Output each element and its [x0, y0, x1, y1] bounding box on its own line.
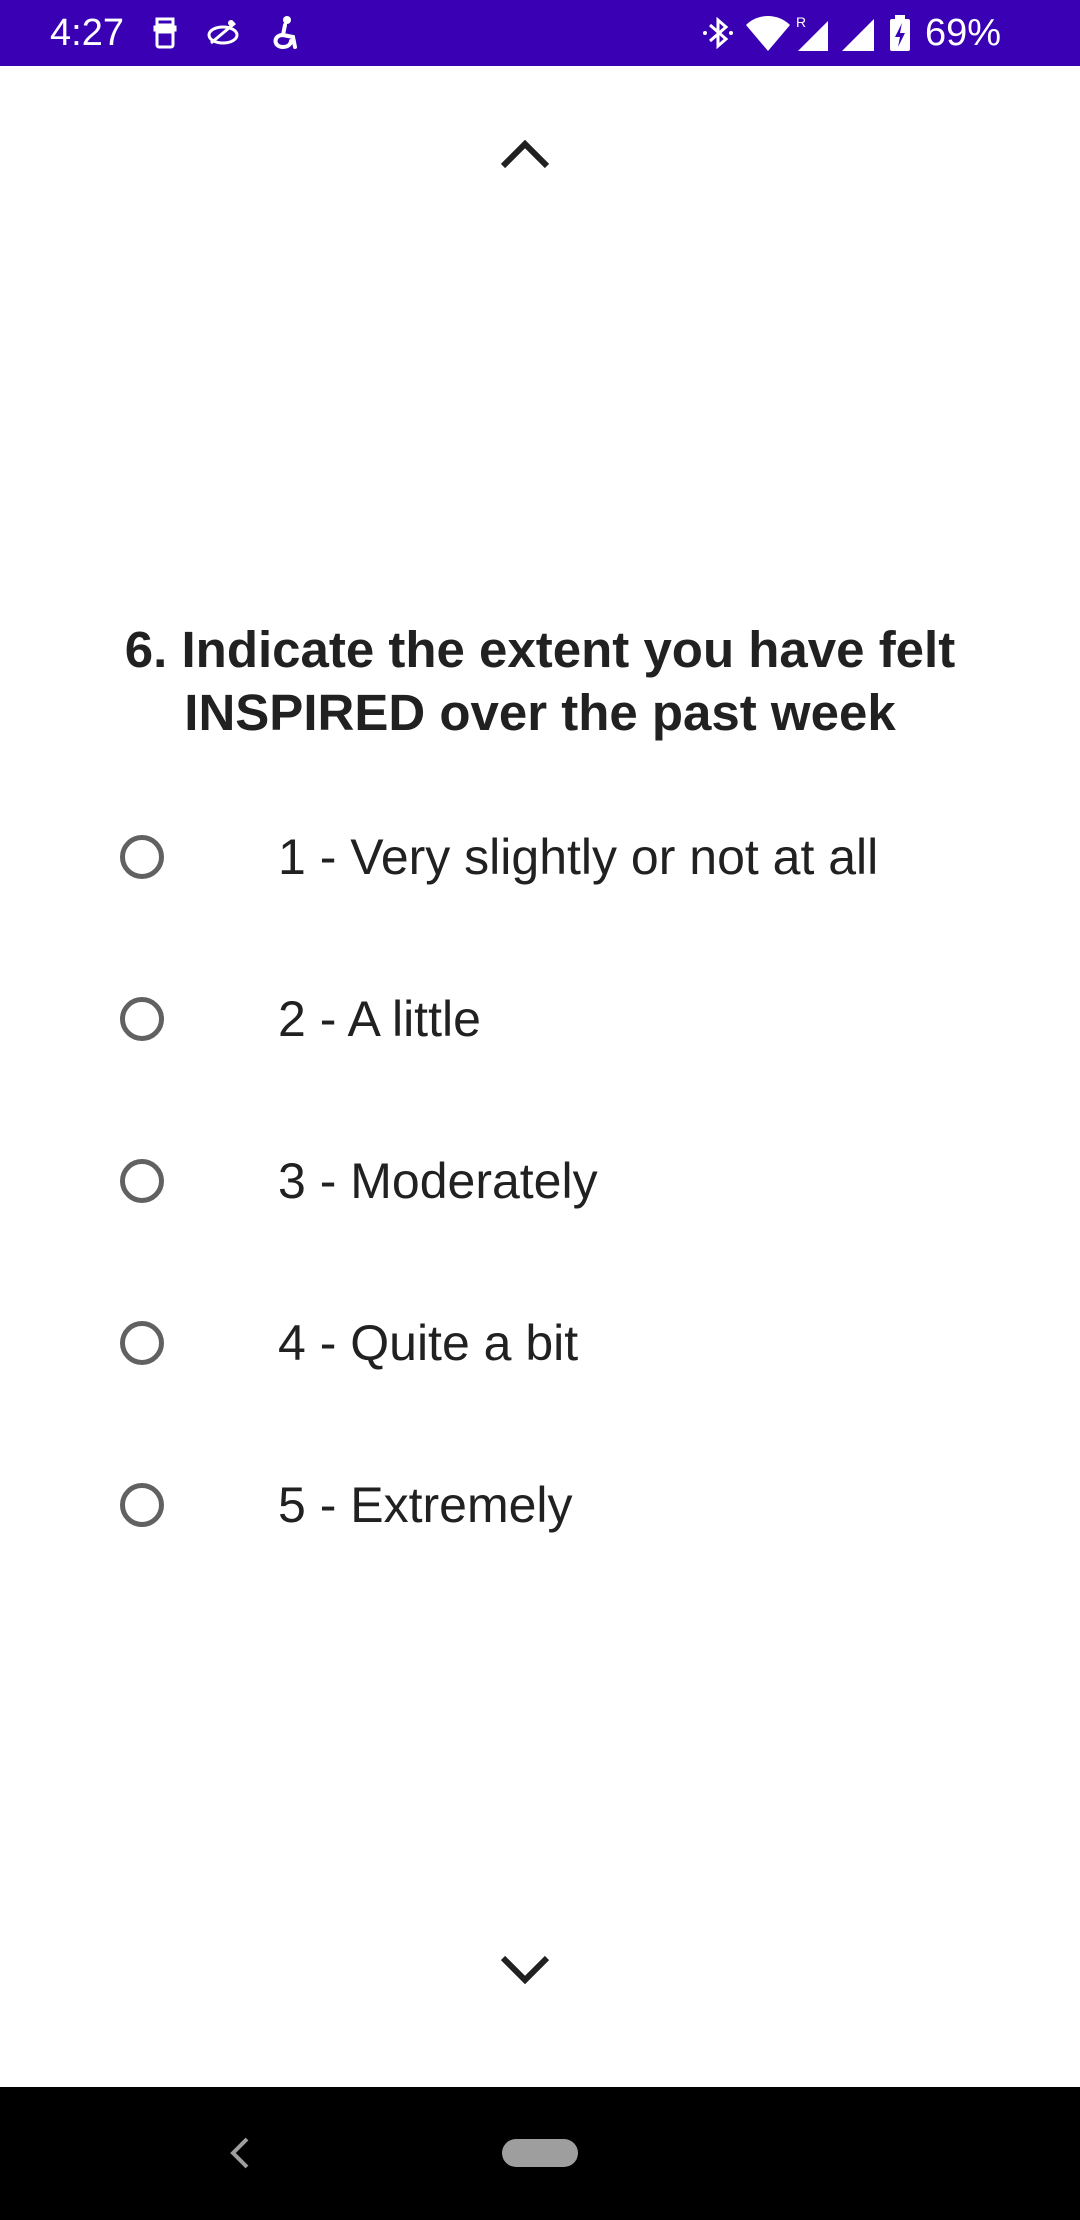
signal-roaming-icon: R — [796, 14, 828, 51]
option-label: 5 - Extremely — [278, 1477, 573, 1533]
radio-button-icon[interactable] — [120, 1321, 164, 1365]
screen: 4:27 R 69% 6. Indicate the extent you ha… — [0, 0, 1080, 2220]
svg-text:R: R — [796, 14, 806, 30]
home-pill-icon[interactable] — [502, 2139, 578, 2167]
answer-options: 1 - Very slightly or not at all 2 - A li… — [120, 776, 1020, 1586]
option-label: 2 - A little — [278, 991, 481, 1047]
option-label: 3 - Moderately — [278, 1153, 598, 1209]
chevron-up-icon[interactable] — [495, 134, 555, 174]
battery-charging-icon — [890, 15, 910, 51]
accessibility-icon — [273, 16, 297, 50]
option-5[interactable]: 5 - Extremely — [120, 1424, 1020, 1586]
battery-percent: 69% — [925, 12, 1002, 54]
option-label: 1 - Very slightly or not at all — [278, 829, 879, 885]
status-bar: 4:27 R 69% — [0, 0, 1080, 66]
option-4[interactable]: 4 - Quite a bit — [120, 1262, 1020, 1424]
sim-icon — [153, 17, 177, 49]
navigation-bar — [0, 2087, 1080, 2220]
radio-button-icon[interactable] — [120, 1159, 164, 1203]
back-icon[interactable] — [225, 2133, 255, 2173]
option-2[interactable]: 2 - A little — [120, 938, 1020, 1100]
bluetooth-icon — [703, 16, 733, 50]
option-1[interactable]: 1 - Very slightly or not at all — [120, 776, 1020, 938]
status-time: 4:27 — [50, 12, 124, 54]
option-3[interactable]: 3 - Moderately — [120, 1100, 1020, 1262]
question-text: 6. Indicate the extent you have felt INS… — [124, 621, 956, 741]
satellite-icon — [207, 20, 239, 45]
radio-button-icon[interactable] — [120, 1483, 164, 1527]
option-label: 4 - Quite a bit — [278, 1315, 579, 1371]
chevron-down-icon[interactable] — [495, 1950, 555, 1990]
wifi-icon — [746, 16, 790, 51]
radio-button-icon[interactable] — [120, 997, 164, 1041]
radio-button-icon[interactable] — [120, 835, 164, 879]
signal-icon — [842, 19, 874, 51]
